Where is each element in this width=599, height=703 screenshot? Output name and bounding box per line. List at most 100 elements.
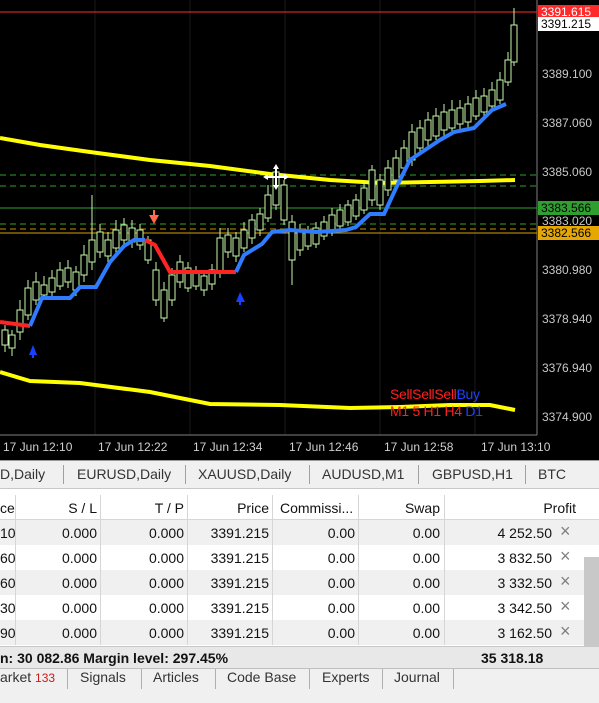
column-header[interactable]: Swap (358, 500, 440, 516)
candle-body (288, 221, 296, 261)
symbol-tab[interactable]: EURUSD,Daily (77, 466, 171, 482)
table-scrollbar[interactable] (584, 557, 599, 647)
column-header[interactable]: Price (187, 500, 269, 516)
tab-divider (382, 669, 383, 689)
signal-tf: 5 (412, 403, 420, 419)
column-divider (15, 620, 16, 645)
tab-divider (309, 465, 310, 484)
candle-body (8, 334, 16, 349)
tab-experts[interactable]: Experts (322, 669, 369, 685)
column-divider (100, 595, 101, 620)
column-header[interactable]: S / L (15, 500, 97, 516)
candle-body (216, 237, 224, 273)
total-profit: 35 318.18 (481, 650, 544, 666)
table-cell: 60 (0, 550, 16, 566)
symbol-tab[interactable]: AUDUSD,M1 (322, 466, 404, 482)
candle-body (152, 269, 160, 301)
candle-body (392, 157, 400, 181)
table-cell: 0.00 (412, 525, 440, 541)
close-position-icon[interactable]: × (560, 521, 571, 542)
time-axis-label: 17 Jun 12:22 (98, 440, 168, 454)
table-cell: 0.000 (61, 575, 97, 591)
candle-body (352, 199, 360, 217)
candle-body (48, 277, 56, 293)
column-header[interactable]: Profit (444, 500, 576, 516)
candle-body (64, 267, 72, 283)
column-header[interactable]: ce (0, 500, 15, 516)
tab-divider (453, 669, 454, 689)
candle-body (384, 167, 392, 191)
candle-body (224, 234, 232, 253)
candle-body (168, 274, 176, 301)
signal-tf: M1 (390, 403, 409, 419)
price-axis-label: 3389.100 (542, 67, 593, 81)
candle-body (240, 229, 248, 249)
tab-divider (309, 669, 310, 689)
tab-code-base[interactable]: Code Base (227, 669, 296, 685)
candle-body (488, 89, 496, 107)
column-divider (358, 595, 359, 620)
column-header[interactable]: Commissi... (280, 500, 353, 516)
tab-journal[interactable]: Journal (394, 669, 440, 685)
candle-body (112, 229, 120, 249)
column-divider (15, 545, 16, 570)
tab-market[interactable]: arket 133 (0, 669, 55, 685)
column-divider (187, 545, 188, 570)
symbol-tab[interactable]: BTC (538, 466, 566, 482)
table-row[interactable]: 30 0.000 0.000 3391.215 0.00 0.00 3 342.50 × (0, 595, 599, 620)
symbol-tab[interactable]: XAUUSD,Daily (198, 466, 291, 482)
table-row[interactable]: 90 0.000 0.000 3391.215 0.00 0.00 3 162.50 × (0, 620, 599, 645)
account-summary: n: 30 082.86 Margin level: 297.45% 35 31… (0, 646, 599, 668)
close-position-icon[interactable]: × (560, 621, 571, 642)
table-cell: 3391.215 (210, 600, 269, 616)
tab-signals[interactable]: Signals (80, 669, 126, 685)
candle-body (248, 219, 256, 239)
column-divider (358, 520, 359, 545)
tab-articles[interactable]: Articles (153, 669, 199, 685)
table-cell: 3391.215 (210, 550, 269, 566)
symbol-tab[interactable]: GBPUSD,H1 (432, 466, 513, 482)
candle-body (432, 115, 440, 137)
candle-body (376, 179, 384, 206)
candle-body (96, 231, 104, 253)
price-chart[interactable]: 3389.100 3387.060 3385.060 3383.020 3380… (0, 0, 599, 460)
column-divider (187, 620, 188, 645)
tab-divider (185, 465, 186, 484)
signal-word: Sell (390, 386, 413, 402)
close-position-icon[interactable]: × (560, 596, 571, 617)
candle-body (56, 269, 64, 287)
column-header[interactable]: T / P (100, 500, 184, 516)
price-axis-label: 3387.060 (542, 116, 593, 130)
column-divider (444, 595, 445, 620)
time-axis-label: 17 Jun 12:10 (3, 440, 73, 454)
column-divider (187, 520, 188, 545)
table-cell: 0.00 (327, 600, 355, 616)
table-cell: 90 (0, 625, 16, 641)
table-row[interactable]: 60 0.000 0.000 3391.215 0.00 0.00 3 332.50 × (0, 570, 599, 595)
table-cell: 0.000 (148, 550, 184, 566)
price-axis-label: 3378.940 (542, 312, 593, 326)
candle-body (336, 209, 344, 227)
column-divider (272, 520, 273, 545)
table-row[interactable]: 10 0.000 0.000 3391.215 0.00 0.00 4 252.50 × (0, 520, 599, 545)
time-axis-label: 17 Jun 12:34 (193, 440, 263, 454)
table-cell: 3 332.50 (497, 575, 553, 591)
table-cell: 0.000 (61, 525, 97, 541)
crosshair-cursor-icon (266, 167, 286, 187)
candle-body (1, 329, 9, 346)
candle-body (280, 184, 288, 221)
candle-body (80, 254, 88, 276)
tab-divider (418, 465, 419, 484)
chart-canvas[interactable] (0, 0, 599, 460)
close-position-icon[interactable]: × (560, 571, 571, 592)
symbol-tab[interactable]: D,Daily (0, 466, 45, 482)
table-cell: 0.000 (148, 625, 184, 641)
table-row[interactable]: 60 0.000 0.000 3391.215 0.00 0.00 3 832.50 × (0, 545, 599, 570)
candle-body (480, 95, 488, 113)
column-divider (15, 520, 16, 545)
candle-body (448, 109, 456, 129)
table-cell: 0.00 (412, 550, 440, 566)
column-divider (444, 570, 445, 595)
column-divider (358, 620, 359, 645)
close-position-icon[interactable]: × (560, 546, 571, 567)
